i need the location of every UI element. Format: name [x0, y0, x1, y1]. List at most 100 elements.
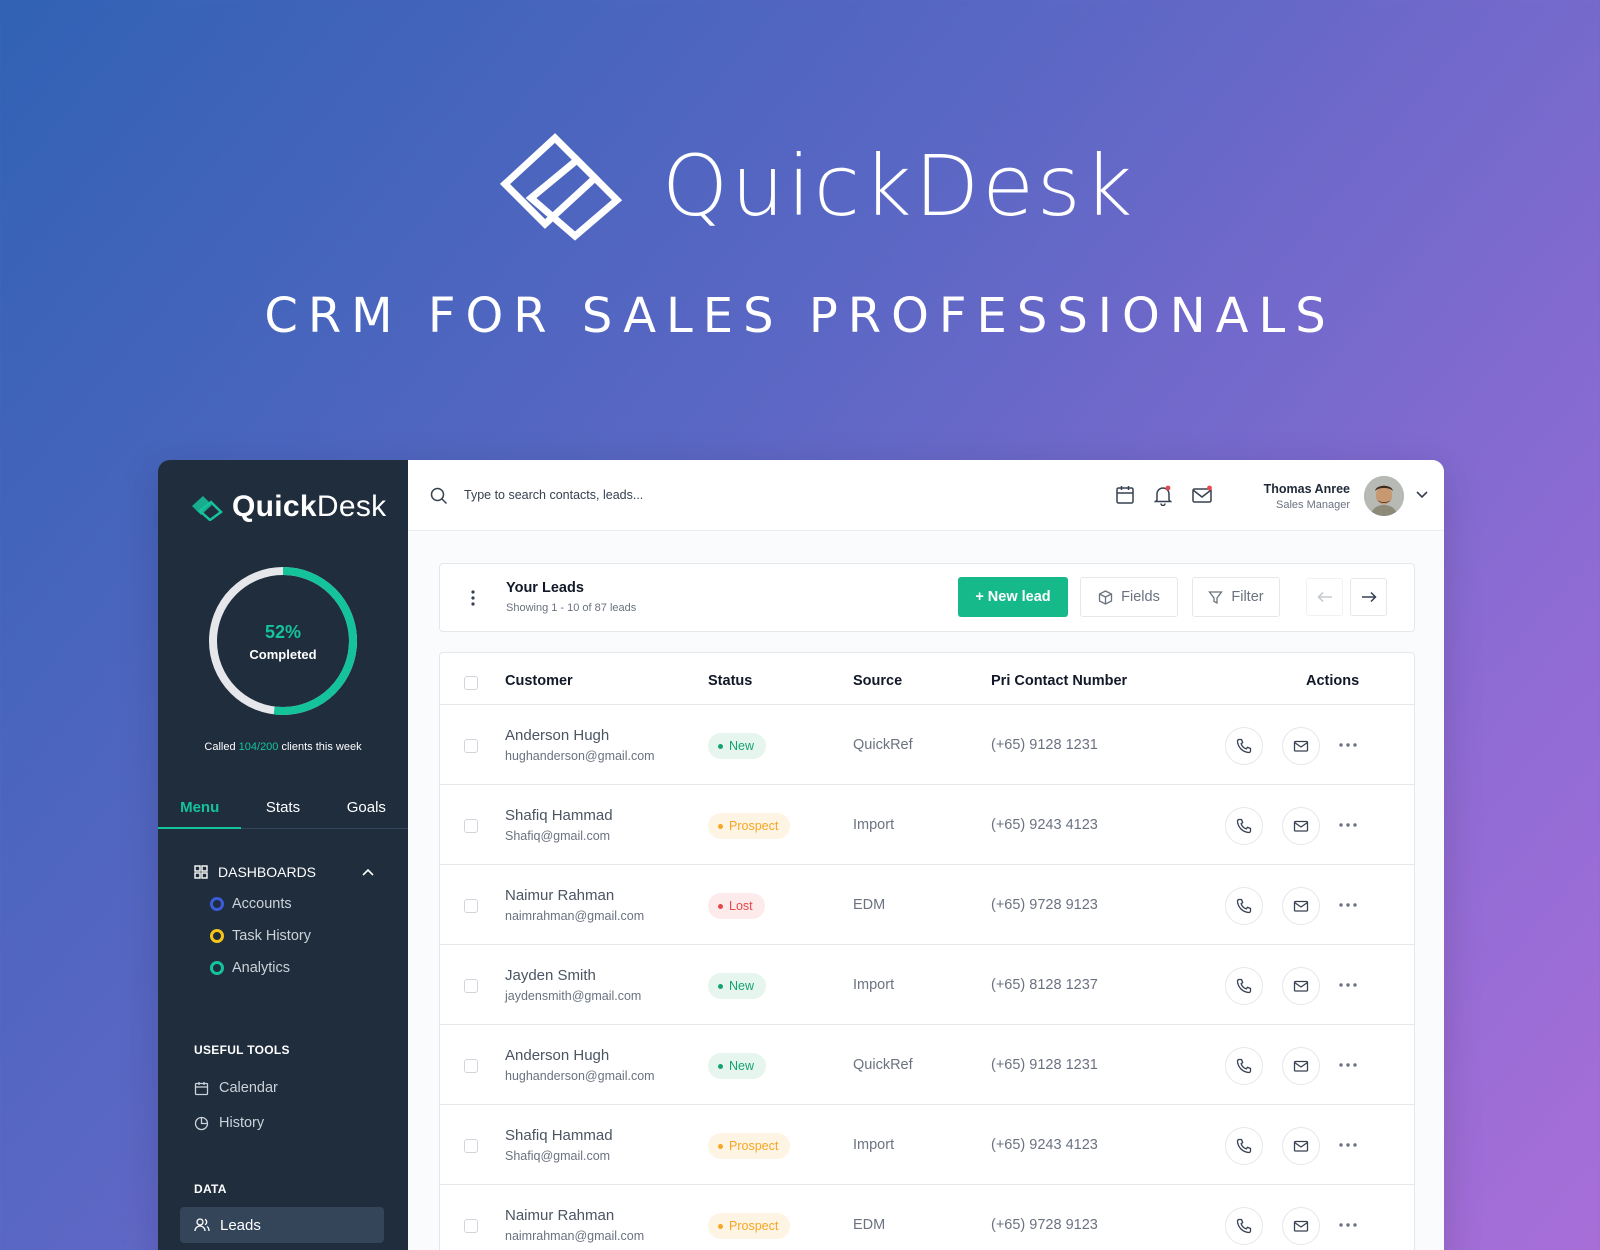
phone-icon [1236, 978, 1252, 994]
sidebar-tabs: Menu Stats Goals [158, 793, 408, 829]
progress-label: Completed [249, 647, 317, 662]
status-badge: Prospect [708, 813, 791, 839]
column-header-status[interactable]: Status [708, 673, 752, 689]
table-row[interactable]: Shafiq Hammad Shafiq@gmail.com Prospect Imp… [440, 1104, 1414, 1186]
fields-button[interactable]: Fields [1080, 577, 1178, 617]
sidebar-item-calendar[interactable]: Calendar [194, 1080, 278, 1096]
source-value: Import [853, 1137, 895, 1153]
row-checkbox[interactable] [464, 1059, 478, 1073]
calendar-icon[interactable] [1114, 484, 1136, 506]
tab-stats[interactable]: Stats [241, 793, 324, 828]
sidebar-item-accounts[interactable]: Accounts [210, 896, 292, 912]
customer-email: jaydensmith@gmail.com [505, 989, 642, 1003]
more-horizontal-icon[interactable] [1338, 901, 1358, 909]
phone-icon [1236, 1138, 1252, 1154]
hero-tagline: CRM FOR SALES PROFESSIONALS [264, 288, 1336, 344]
more-horizontal-icon[interactable] [1338, 1061, 1358, 1069]
useful-tools-heading: USEFUL TOOLS [194, 1043, 290, 1057]
customer-name[interactable]: Shafiq Hammad [505, 1127, 613, 1144]
arrow-right-icon [1361, 591, 1377, 603]
customer-name[interactable]: Shafiq Hammad [505, 807, 613, 824]
column-header-phone[interactable]: Pri Contact Number [991, 673, 1127, 689]
phone-value: (+65) 9728 9123 [991, 897, 1098, 913]
table-row[interactable]: Naimur Rahman naimrahman@gmail.com Prospec… [440, 1184, 1414, 1250]
table-row[interactable]: Naimur Rahman naimrahman@gmail.com Lost EDM… [440, 864, 1414, 946]
sidebar-item-leads[interactable]: Leads [180, 1207, 384, 1243]
call-button[interactable] [1225, 887, 1263, 925]
status-dot-icon [718, 1143, 723, 1149]
row-checkbox[interactable] [464, 1219, 478, 1233]
status-label: Prospect [729, 1219, 779, 1233]
more-horizontal-icon[interactable] [1338, 741, 1358, 749]
customer-email: Shafiq@gmail.com [505, 1149, 611, 1163]
avatar[interactable] [1364, 476, 1404, 516]
prev-page-button[interactable] [1306, 578, 1343, 616]
call-button[interactable] [1225, 1207, 1263, 1245]
column-header-source[interactable]: Source [853, 673, 902, 689]
source-value: Import [853, 817, 895, 833]
row-checkbox[interactable] [464, 819, 478, 833]
more-horizontal-icon[interactable] [1338, 821, 1358, 829]
user-role: Sales Manager [1276, 499, 1350, 511]
tab-menu[interactable]: Menu [158, 793, 242, 829]
more-vertical-icon[interactable] [464, 588, 482, 608]
sidebar-brand[interactable]: QuickDesk [190, 490, 386, 524]
email-button[interactable] [1282, 1047, 1320, 1085]
sidebar-item-task-history[interactable]: Task History [210, 928, 311, 944]
customer-name[interactable]: Jayden Smith [505, 967, 596, 984]
table-row[interactable]: Jayden Smith jaydensmith@gmail.com New Impo… [440, 944, 1414, 1026]
call-button[interactable] [1225, 807, 1263, 845]
sidebar-item-analytics[interactable]: Analytics [210, 960, 290, 976]
customer-name[interactable]: Anderson Hugh [505, 727, 609, 744]
source-value: Import [853, 977, 895, 993]
column-header-customer[interactable]: Customer [505, 673, 573, 689]
quickdesk-logo-icon [499, 133, 623, 241]
progress-percent: 52% [264, 622, 302, 642]
email-button[interactable] [1282, 727, 1320, 765]
call-button[interactable] [1225, 1047, 1263, 1085]
table-row[interactable]: Anderson Hugh hughanderson@gmail.com New Qu… [440, 1024, 1414, 1106]
search-input[interactable] [464, 482, 964, 508]
row-checkbox[interactable] [464, 1139, 478, 1153]
next-page-button[interactable] [1350, 578, 1387, 616]
tab-goals[interactable]: Goals [325, 793, 408, 828]
dashboards-toggle[interactable]: DASHBOARDS [194, 864, 374, 880]
more-horizontal-icon[interactable] [1338, 981, 1358, 989]
phone-icon [1236, 1058, 1252, 1074]
call-button[interactable] [1225, 967, 1263, 1005]
customer-name[interactable]: Anderson Hugh [505, 1047, 609, 1064]
row-checkbox[interactable] [464, 899, 478, 913]
leads-table: Customer Status Source Pri Contact Numbe… [439, 652, 1415, 1250]
status-dot-icon [718, 903, 723, 909]
select-all-checkbox[interactable] [464, 676, 478, 690]
bell-icon[interactable] [1152, 484, 1174, 506]
row-checkbox[interactable] [464, 739, 478, 753]
customer-name[interactable]: Naimur Rahman [505, 887, 614, 904]
email-button[interactable] [1282, 887, 1320, 925]
brand-light: Desk [316, 490, 387, 523]
sidebar-item-history[interactable]: History [194, 1115, 264, 1131]
status-label: Prospect [729, 819, 779, 833]
email-button[interactable] [1282, 807, 1320, 845]
table-row[interactable]: Anderson Hugh hughanderson@gmail.com New Qu… [440, 704, 1414, 786]
filter-button[interactable]: Filter [1192, 577, 1280, 617]
call-button[interactable] [1225, 1127, 1263, 1165]
mail-icon[interactable] [1191, 484, 1213, 506]
chevron-down-icon[interactable] [1416, 491, 1428, 499]
more-horizontal-icon[interactable] [1338, 1141, 1358, 1149]
mail-icon [1293, 1140, 1309, 1152]
table-row[interactable]: Shafiq Hammad Shafiq@gmail.com Prospect Imp… [440, 784, 1414, 866]
email-button[interactable] [1282, 967, 1320, 1005]
analytics-ring-icon [210, 961, 224, 975]
more-horizontal-icon[interactable] [1338, 1221, 1358, 1229]
data-heading: DATA [194, 1182, 227, 1196]
call-button[interactable] [1225, 727, 1263, 765]
search-icon [430, 487, 448, 505]
status-dot-icon [718, 743, 723, 749]
email-button[interactable] [1282, 1127, 1320, 1165]
customer-name[interactable]: Naimur Rahman [505, 1207, 614, 1224]
email-button[interactable] [1282, 1207, 1320, 1245]
row-checkbox[interactable] [464, 979, 478, 993]
hero-title: QuickDesk [662, 137, 1136, 235]
new-lead-button[interactable]: + New lead [958, 577, 1068, 617]
